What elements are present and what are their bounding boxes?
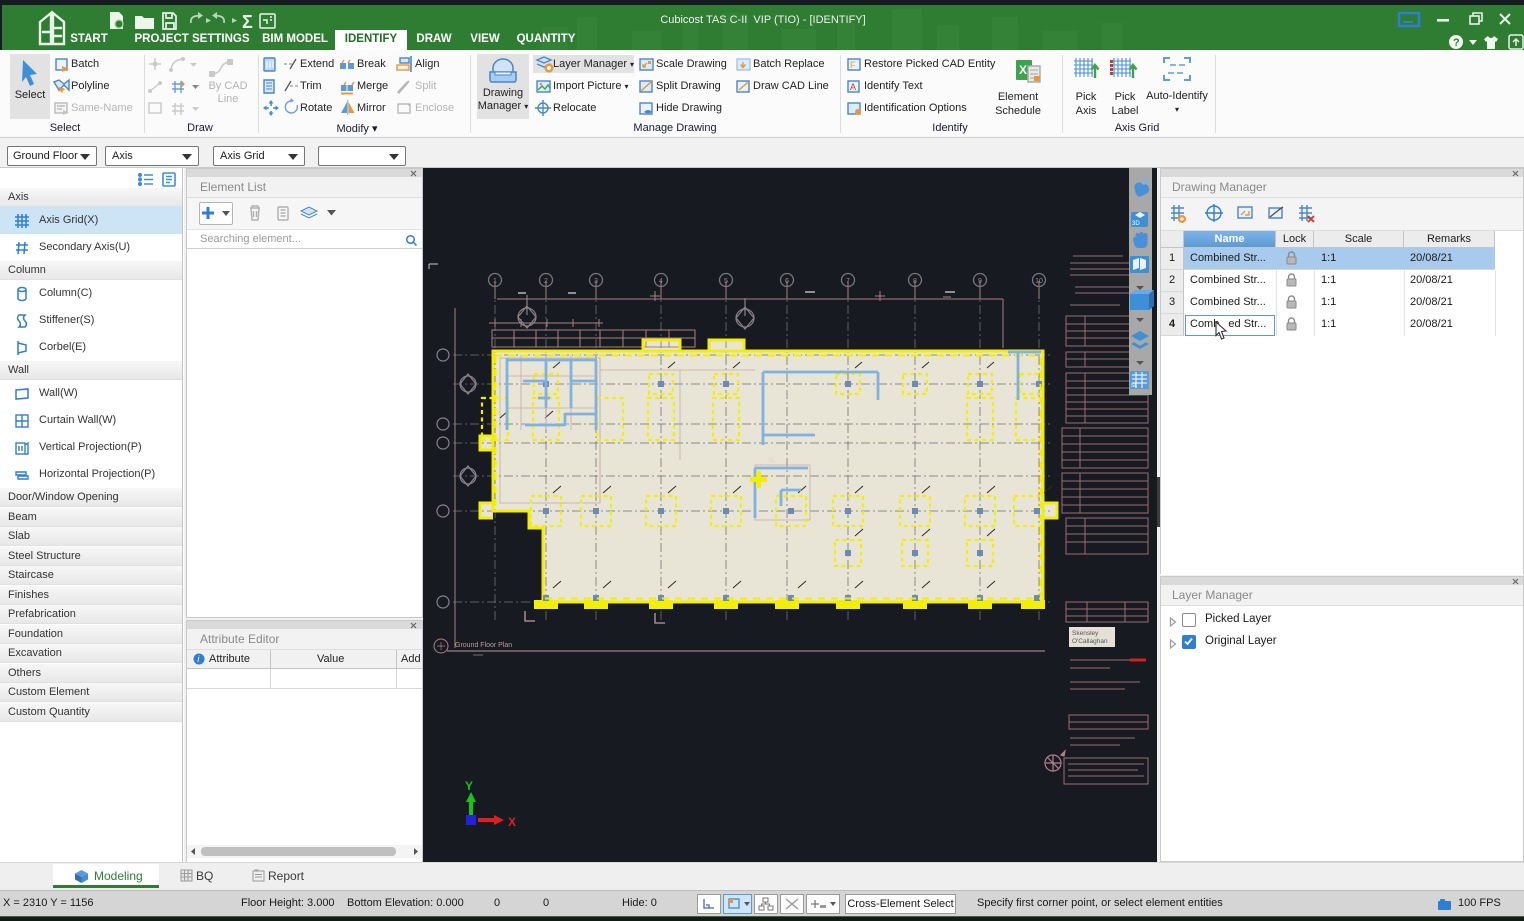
svg-text:X: X bbox=[1019, 63, 1027, 77]
svg-text:1: 1 bbox=[493, 278, 497, 285]
svg-text:A: A bbox=[850, 82, 856, 92]
svg-text:9: 9 bbox=[978, 278, 982, 285]
svg-text:6: 6 bbox=[785, 278, 789, 285]
svg-text:4: 4 bbox=[659, 278, 663, 285]
svg-text:X: X bbox=[508, 815, 516, 829]
svg-text:8: 8 bbox=[913, 278, 917, 285]
svg-text:10: 10 bbox=[1035, 278, 1043, 285]
svg-text:SL: SL bbox=[768, 458, 776, 464]
svg-text:3: 3 bbox=[594, 278, 598, 285]
svg-text:Ground Floor Plan: Ground Floor Plan bbox=[455, 642, 512, 649]
svg-text:3D: 3D bbox=[1132, 221, 1140, 227]
svg-text:O'Callaghan: O'Callaghan bbox=[1072, 638, 1108, 645]
svg-text:7: 7 bbox=[846, 278, 850, 285]
svg-text:2: 2 bbox=[544, 278, 548, 285]
svg-text:SL: SL bbox=[1131, 383, 1137, 389]
svg-text:F: F bbox=[850, 60, 856, 70]
svg-text:Skensley: Skensley bbox=[1072, 630, 1099, 637]
svg-text:Y: Y bbox=[465, 779, 473, 793]
svg-text:5: 5 bbox=[724, 278, 728, 285]
